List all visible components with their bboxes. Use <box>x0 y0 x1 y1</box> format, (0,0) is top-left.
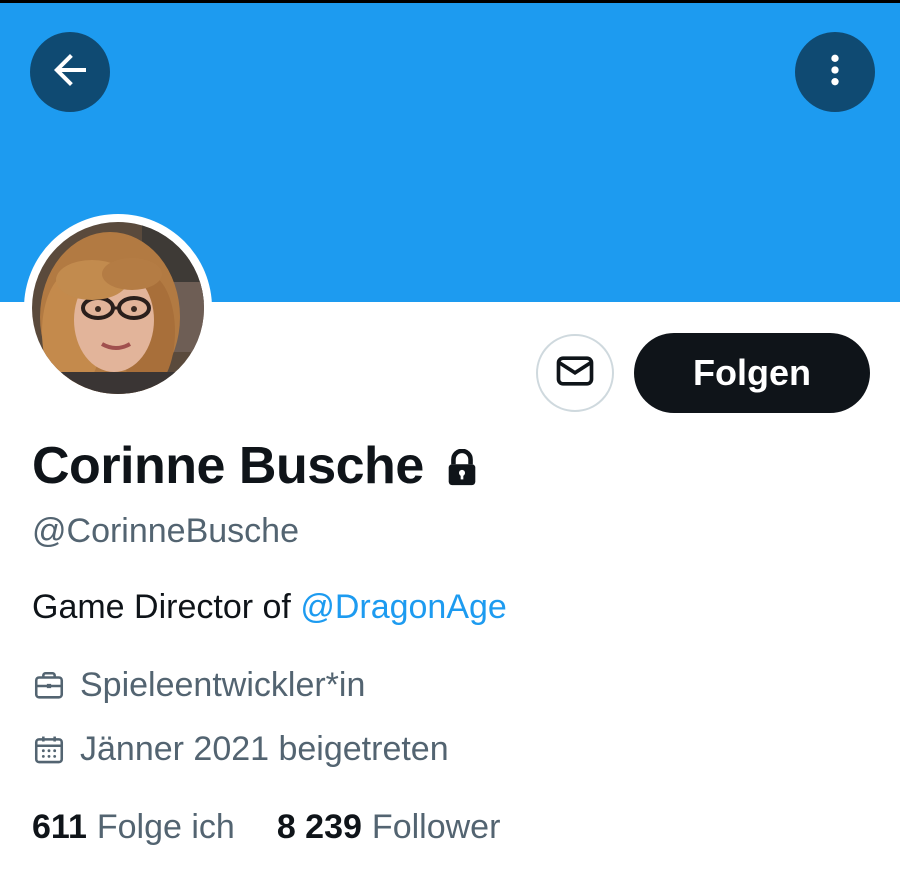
profile-bio: Game Director of @DragonAge <box>32 588 507 627</box>
bio-mention-link[interactable]: @DragonAge <box>300 588 507 626</box>
envelope-icon <box>553 349 597 398</box>
back-button[interactable] <box>30 32 110 112</box>
message-button[interactable] <box>536 334 614 412</box>
user-handle: @CorinneBusche <box>32 512 299 550</box>
joined-text: Jänner 2021 beigetreten <box>80 730 449 768</box>
profile-job: Spieleentwickler*in <box>32 666 365 705</box>
avatar-frame <box>24 214 212 402</box>
following-count: 611 <box>32 808 87 846</box>
display-name: Corinne Busche <box>32 437 424 495</box>
bio-text: Game Director of <box>32 588 301 626</box>
followers-count: 8 239 <box>276 808 362 846</box>
profile-page: Folgen Corinne Busche @CorinneBusche Gam… <box>0 0 900 879</box>
more-vertical-icon <box>815 50 855 95</box>
more-options-button[interactable] <box>795 32 875 112</box>
profile-joined-date: Jänner 2021 beigetreten <box>32 730 449 769</box>
followers-label: Follower <box>371 808 501 846</box>
calendar-icon <box>32 733 66 767</box>
name-row: Corinne Busche <box>32 436 480 496</box>
follow-button[interactable]: Folgen <box>634 333 870 413</box>
job-text: Spieleentwickler*in <box>80 666 366 704</box>
profile-stats: 611 Folge ich 8 239 Follower <box>32 808 500 847</box>
followers-link[interactable]: 8 239 Follower <box>277 808 501 847</box>
arrow-left-icon <box>46 46 94 99</box>
following-label: Folge ich <box>96 808 235 846</box>
following-link[interactable]: 611 Folge ich <box>32 808 235 847</box>
lock-icon <box>444 449 480 487</box>
avatar[interactable] <box>32 222 204 394</box>
briefcase-icon <box>32 669 66 703</box>
